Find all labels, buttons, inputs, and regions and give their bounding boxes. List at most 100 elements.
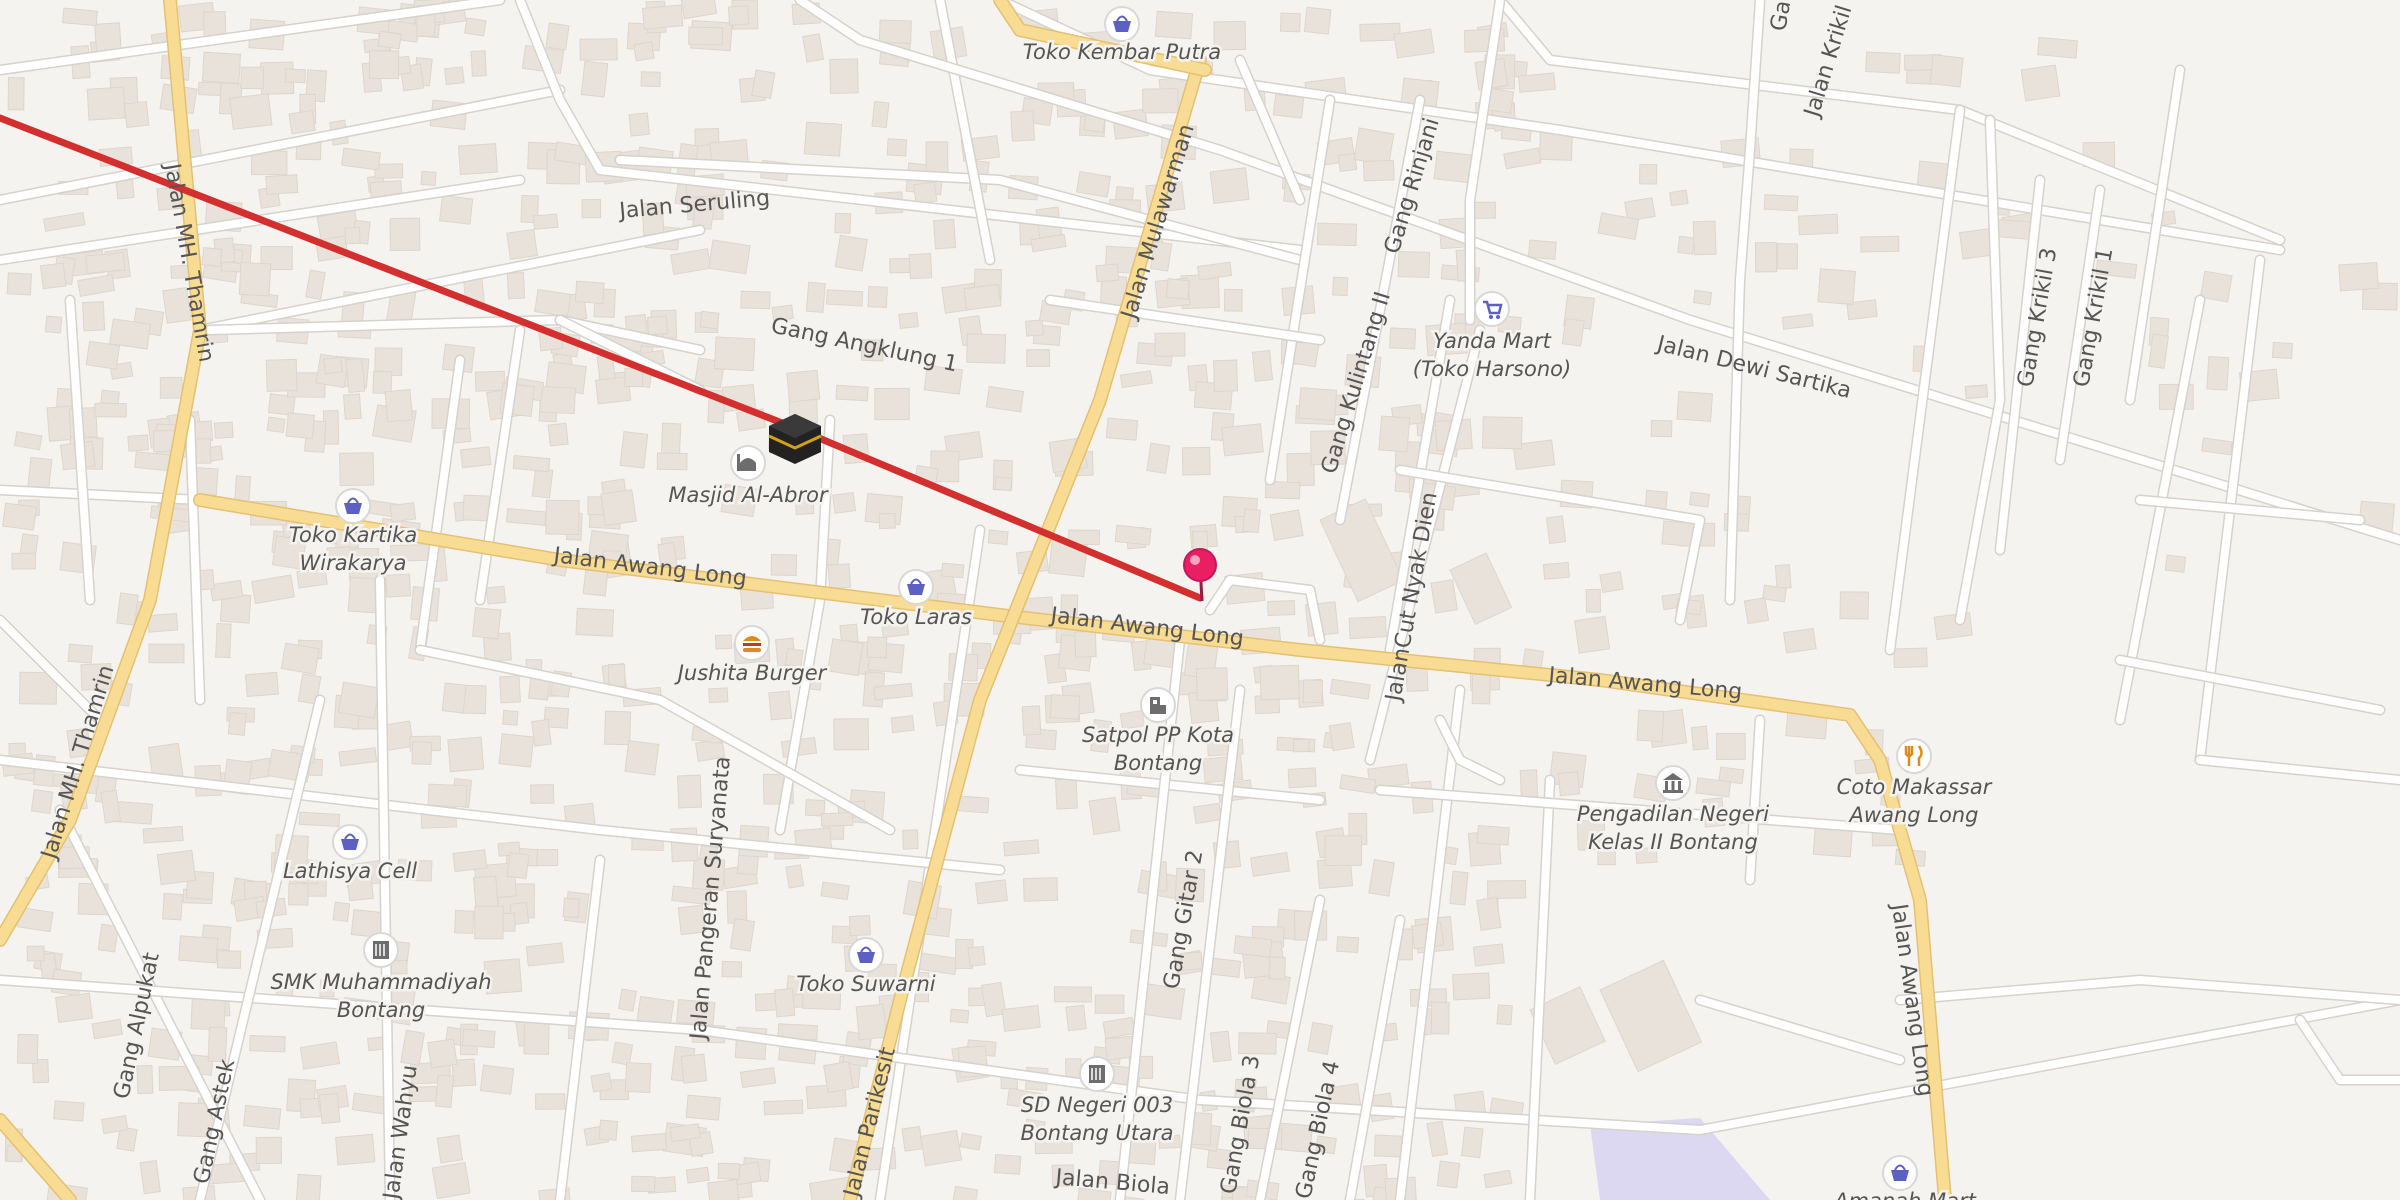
building bbox=[1476, 896, 1502, 931]
building bbox=[85, 340, 121, 370]
building bbox=[624, 740, 660, 776]
poi-label: Kelas II Bontang bbox=[1588, 830, 1758, 854]
building bbox=[590, 1072, 613, 1093]
building bbox=[427, 1038, 458, 1069]
building bbox=[685, 1094, 721, 1121]
building bbox=[470, 50, 487, 77]
building bbox=[178, 935, 219, 964]
poi-label: Satpol PP Kota bbox=[1082, 723, 1234, 747]
building bbox=[820, 812, 854, 827]
building bbox=[848, 915, 871, 937]
building bbox=[717, 1162, 741, 1180]
building bbox=[1010, 110, 1036, 142]
building bbox=[1754, 241, 1778, 273]
building bbox=[1692, 220, 1717, 256]
burger-icon bbox=[734, 625, 770, 661]
building bbox=[2206, 355, 2230, 391]
building bbox=[994, 476, 1013, 492]
building bbox=[925, 141, 949, 177]
poi-label: Amanah Mart bbox=[1832, 1189, 1976, 1200]
building bbox=[886, 138, 908, 157]
building bbox=[959, 1132, 982, 1151]
building bbox=[436, 1134, 464, 1164]
building bbox=[729, 917, 756, 952]
building bbox=[227, 711, 247, 736]
poi-label: Toko Kartika bbox=[289, 523, 417, 547]
building bbox=[630, 1133, 667, 1153]
building bbox=[600, 489, 637, 527]
building bbox=[1209, 1030, 1232, 1063]
building bbox=[1287, 767, 1317, 789]
building bbox=[1297, 387, 1338, 422]
building bbox=[240, 66, 264, 90]
building bbox=[238, 261, 272, 297]
building bbox=[2338, 262, 2379, 292]
shopping-basket-icon bbox=[898, 569, 934, 605]
building bbox=[1336, 936, 1360, 954]
building bbox=[53, 1100, 85, 1122]
building bbox=[116, 592, 139, 626]
map-canvas[interactable]: Jalan MH. Thamrin Jalan MH. Thamrin Jala… bbox=[0, 0, 2400, 1200]
building bbox=[660, 422, 682, 457]
building bbox=[1393, 28, 1435, 59]
building bbox=[1783, 627, 1817, 654]
building bbox=[1251, 349, 1274, 382]
building bbox=[855, 1003, 888, 1041]
building bbox=[1292, 738, 1310, 753]
building bbox=[825, 289, 864, 307]
building bbox=[598, 1119, 619, 1141]
building bbox=[1328, 721, 1355, 752]
building bbox=[6, 272, 33, 296]
building bbox=[1482, 416, 1523, 450]
building bbox=[109, 318, 152, 350]
building bbox=[987, 529, 1009, 546]
building bbox=[1527, 239, 1557, 260]
building bbox=[1933, 612, 1973, 641]
building bbox=[1585, 588, 1602, 613]
building bbox=[890, 715, 915, 734]
building bbox=[288, 882, 309, 906]
building bbox=[1303, 6, 1332, 35]
school-icon bbox=[1079, 1056, 1115, 1092]
building bbox=[1267, 600, 1296, 617]
poi-label: SD Negeri 003 bbox=[1021, 1093, 1173, 1117]
poi-label: Coto Makassar bbox=[1837, 775, 1993, 799]
building bbox=[377, 30, 402, 50]
building bbox=[332, 901, 351, 923]
building bbox=[1690, 725, 1709, 751]
building bbox=[11, 552, 36, 570]
building bbox=[1088, 796, 1121, 835]
building bbox=[773, 988, 796, 1018]
building bbox=[265, 174, 299, 195]
building bbox=[201, 51, 242, 84]
building bbox=[127, 434, 150, 452]
poi-label: Bontang Utara bbox=[1021, 1121, 1174, 1145]
building bbox=[213, 421, 234, 439]
building bbox=[708, 687, 729, 704]
building bbox=[339, 452, 375, 487]
building bbox=[827, 563, 852, 590]
building bbox=[581, 199, 602, 219]
building bbox=[85, 251, 126, 274]
building bbox=[420, 170, 437, 186]
building bbox=[1776, 243, 1799, 270]
building bbox=[545, 499, 580, 535]
building bbox=[949, 1008, 970, 1024]
building bbox=[699, 310, 720, 330]
building bbox=[1476, 824, 1510, 846]
building bbox=[967, 945, 986, 967]
building bbox=[805, 281, 826, 314]
building bbox=[298, 811, 341, 828]
building bbox=[1517, 72, 1556, 93]
building bbox=[384, 389, 414, 423]
shopping-basket-icon bbox=[1104, 6, 1140, 42]
building bbox=[1762, 584, 1787, 603]
building bbox=[441, 682, 467, 714]
building bbox=[337, 681, 380, 719]
building bbox=[1716, 732, 1746, 761]
building bbox=[1542, 562, 1570, 580]
building bbox=[1003, 839, 1040, 857]
building bbox=[680, 1053, 708, 1084]
building bbox=[438, 194, 474, 225]
building bbox=[447, 736, 485, 773]
